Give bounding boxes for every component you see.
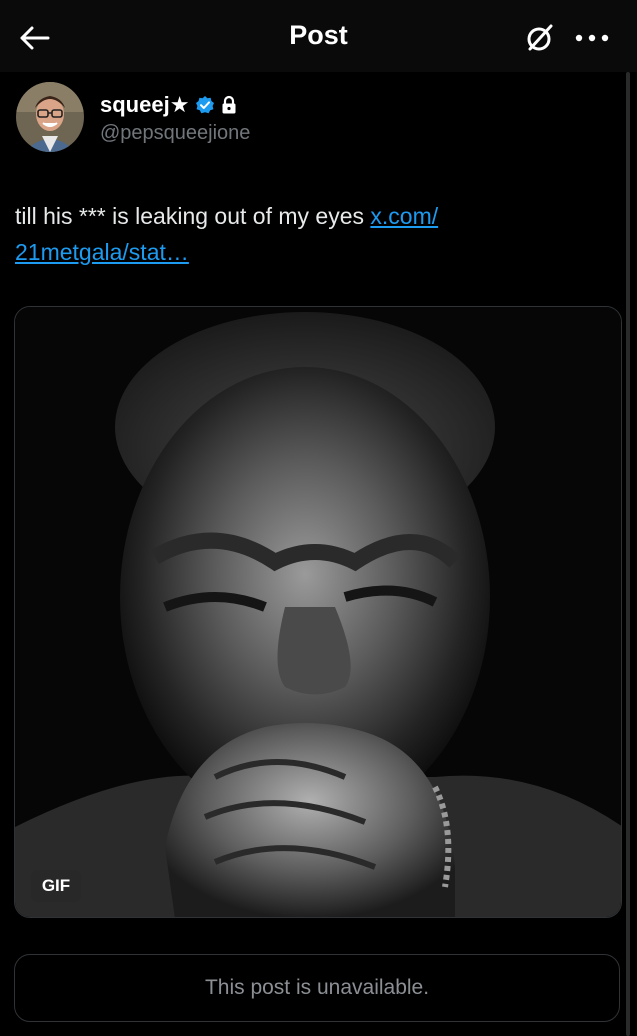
scrollbar[interactable] [626, 72, 630, 1036]
author-display-name[interactable]: squeej★ [100, 92, 189, 118]
avatar[interactable] [16, 82, 84, 152]
grok-button[interactable] [518, 18, 560, 58]
author-name-row: squeej★ [100, 92, 237, 118]
more-horizontal-icon [575, 34, 609, 42]
lock-icon [222, 95, 236, 114]
top-bar: Post [0, 0, 637, 72]
unavailable-message: This post is unavailable. [204, 976, 430, 999]
grok-icon [527, 24, 553, 51]
post-body: till his *** is leaking out of my eyes [15, 203, 371, 229]
gif-image [15, 307, 621, 917]
more-button[interactable] [566, 18, 618, 58]
author-handle[interactable]: @pepsqueejione [100, 122, 250, 145]
gif-badge: GIF [31, 870, 81, 902]
post-text: till his *** is leaking out of my eyes x… [15, 198, 575, 270]
gif-media[interactable] [14, 306, 622, 918]
verified-badge-icon [196, 96, 215, 114]
quoted-post[interactable]: This post is unavailable. [14, 954, 620, 1022]
